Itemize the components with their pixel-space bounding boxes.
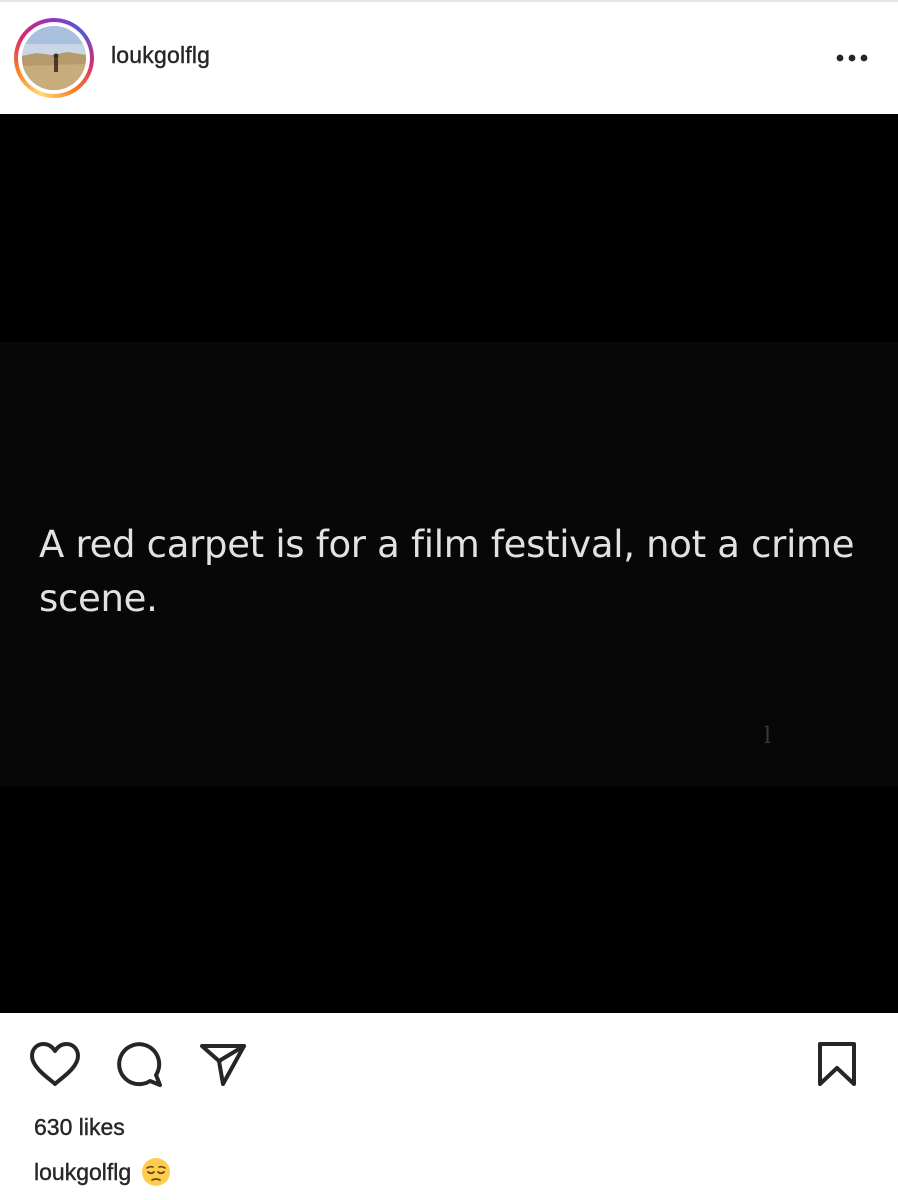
post-caption: loukgolflg [34,1157,171,1187]
likes-count[interactable]: 630 likes [34,1114,125,1141]
more-options-button[interactable] [826,38,878,78]
media-caption-text: A red carpet is for a film festival, not… [39,523,855,620]
send-icon [200,1044,246,1086]
heart-icon [30,1042,80,1086]
pensive-face-emoji [141,1157,171,1187]
post-username[interactable]: loukgolflg [111,42,210,69]
post-media[interactable]: A red carpet is for a film festival, not… [0,114,898,1013]
avatar-landscape-image [22,26,86,90]
avatar [22,26,86,90]
pensive-face-icon [142,1158,171,1186]
share-button[interactable] [198,1041,248,1089]
action-bar [0,1013,898,1103]
bookmark-icon [818,1042,856,1086]
save-button[interactable] [814,1041,860,1089]
comment-button[interactable] [114,1041,164,1089]
comment-icon [117,1042,162,1087]
like-button[interactable] [28,1041,82,1089]
post-header: loukgolflg [0,2,898,114]
more-horizontal-icon [836,54,868,62]
avatar-gap [18,22,90,94]
caption-username[interactable]: loukgolflg [34,1158,132,1186]
media-artifact: l [764,724,772,749]
story-ring[interactable] [14,18,94,98]
